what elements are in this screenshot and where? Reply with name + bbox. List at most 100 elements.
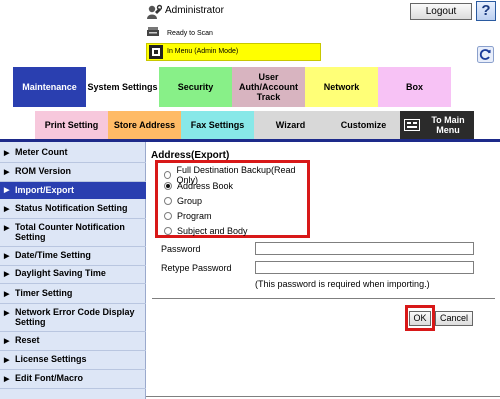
arrow-right-icon: ▶ bbox=[4, 338, 10, 345]
arrow-right-icon: ▶ bbox=[4, 291, 10, 298]
arrow-right-icon: ▶ bbox=[4, 206, 10, 213]
sidebar-item-label: ROM Version bbox=[15, 166, 72, 176]
radio-button[interactable] bbox=[164, 227, 172, 235]
sidebar-divider bbox=[0, 162, 146, 163]
radio-label: Program bbox=[177, 211, 212, 221]
sidebar-divider bbox=[0, 246, 146, 247]
sidebar-item-label: Total Counter Notification Setting bbox=[15, 222, 125, 242]
form-divider bbox=[152, 298, 495, 299]
retype-password-field[interactable] bbox=[255, 261, 474, 274]
sidebar-item-daylight-saving[interactable]: ▶ Daylight Saving Time bbox=[0, 268, 146, 281]
tab-label: To Main Menu bbox=[431, 115, 465, 135]
retype-password-label: Retype Password bbox=[161, 263, 232, 273]
tab-label: Store Address bbox=[113, 120, 176, 130]
refresh-icon[interactable] bbox=[477, 46, 494, 63]
sidebar-divider bbox=[0, 388, 146, 389]
logout-button[interactable]: Logout bbox=[410, 3, 472, 20]
status-text: Ready to Scan bbox=[167, 30, 213, 37]
cancel-button[interactable]: Cancel bbox=[435, 311, 473, 326]
sidebar-item-label: Reset bbox=[15, 335, 40, 345]
radio-program[interactable]: Program bbox=[164, 211, 212, 221]
tab-label: Box bbox=[405, 82, 423, 92]
tab-wizard[interactable]: Wizard bbox=[254, 111, 327, 139]
mode-bar: In Menu (Admin Mode) bbox=[146, 43, 321, 61]
tab-label: Security bbox=[177, 82, 214, 92]
sidebar: ▶ Meter Count ▶ ROM Version ▶ Import/Export… bbox=[0, 142, 146, 399]
tab-label: Wizard bbox=[275, 120, 306, 130]
sidebar-item-date-time[interactable]: ▶ Date/Time Setting bbox=[0, 250, 146, 263]
tab-label: Network bbox=[323, 82, 360, 92]
scanner-icon bbox=[147, 27, 159, 36]
password-field[interactable] bbox=[255, 242, 474, 255]
sidebar-divider bbox=[0, 218, 146, 219]
tab-system-settings[interactable]: System Settings bbox=[86, 67, 159, 107]
password-label: Password bbox=[161, 244, 201, 254]
sidebar-divider bbox=[0, 283, 146, 284]
main-menu-icon bbox=[404, 119, 420, 131]
sidebar-item-timer-setting[interactable]: ▶ Timer Setting bbox=[0, 288, 146, 301]
sidebar-item-label: Network Error Code Display Setting bbox=[15, 307, 135, 327]
arrow-right-icon: ▶ bbox=[4, 376, 10, 383]
tab-network[interactable]: Network bbox=[305, 67, 378, 107]
help-button[interactable]: ? bbox=[476, 1, 496, 21]
tab-fax-settings[interactable]: Fax Settings bbox=[181, 111, 254, 139]
tab-label: Fax Settings bbox=[190, 120, 245, 130]
password-hint: (This password is required when importin… bbox=[255, 279, 430, 289]
mode-text: In Menu (Admin Mode) bbox=[167, 48, 239, 55]
arrow-right-icon: ▶ bbox=[4, 253, 10, 260]
mode-icon bbox=[149, 45, 163, 59]
tab-label: Maintenance bbox=[22, 82, 77, 92]
sidebar-item-network-error-code[interactable]: ▶ Network Error Code Display Setting bbox=[0, 307, 146, 329]
arrow-right-icon: ▶ bbox=[4, 150, 10, 157]
sidebar-item-rom-version[interactable]: ▶ ROM Version bbox=[0, 166, 146, 179]
tab-to-main-menu[interactable]: To Main Menu bbox=[400, 111, 474, 139]
sidebar-divider bbox=[0, 303, 146, 304]
sidebar-item-label: Meter Count bbox=[15, 147, 68, 157]
tab-print-setting[interactable]: Print Setting bbox=[35, 111, 108, 139]
sidebar-item-import-export[interactable]: ▶ Import/Export bbox=[0, 182, 146, 199]
sidebar-item-label: Date/Time Setting bbox=[15, 250, 91, 260]
sidebar-item-license-settings[interactable]: ▶ License Settings bbox=[0, 354, 146, 367]
arrow-right-icon: ▶ bbox=[4, 169, 10, 176]
tab-label: Customize bbox=[340, 120, 387, 130]
user-label: Administrator bbox=[165, 5, 224, 16]
tab-store-address[interactable]: Store Address bbox=[108, 111, 181, 139]
radio-address-book[interactable]: Address Book bbox=[164, 181, 233, 191]
tab-box[interactable]: Box bbox=[378, 67, 451, 107]
sidebar-item-edit-font-macro[interactable]: ▶ Edit Font/Macro bbox=[0, 373, 146, 386]
sidebar-item-label: Daylight Saving Time bbox=[15, 268, 106, 278]
radio-label: Address Book bbox=[177, 181, 234, 191]
sidebar-item-status-notification[interactable]: ▶ Status Notification Setting bbox=[0, 203, 146, 216]
sidebar-divider bbox=[0, 369, 146, 370]
administrator-icon bbox=[147, 4, 162, 19]
arrow-right-icon: ▶ bbox=[4, 225, 10, 232]
radio-button[interactable] bbox=[164, 182, 172, 190]
radio-group[interactable]: Group bbox=[164, 196, 202, 206]
tab-customize[interactable]: Customize bbox=[327, 111, 400, 139]
tab-user-auth-account-track[interactable]: User Auth/Account Track bbox=[232, 67, 305, 107]
sidebar-item-label: Status Notification Setting bbox=[15, 203, 128, 213]
sidebar-item-reset[interactable]: ▶ Reset bbox=[0, 335, 146, 348]
arrow-right-icon: ▶ bbox=[4, 310, 10, 317]
sidebar-item-label: Import/Export bbox=[15, 185, 75, 195]
sidebar-item-total-counter-notification[interactable]: ▶ Total Counter Notification Setting bbox=[0, 222, 146, 244]
ok-button[interactable]: OK bbox=[409, 311, 431, 326]
sidebar-divider bbox=[0, 350, 146, 351]
sidebar-item-label: License Settings bbox=[15, 354, 87, 364]
bottom-divider bbox=[146, 396, 500, 397]
tab-label: System Settings bbox=[87, 82, 158, 92]
tab-label: Print Setting bbox=[44, 120, 99, 130]
radio-label: Subject and Body bbox=[177, 226, 248, 236]
arrow-right-icon: ▶ bbox=[4, 271, 10, 278]
radio-button[interactable] bbox=[164, 197, 172, 205]
sidebar-item-meter-count[interactable]: ▶ Meter Count bbox=[0, 147, 146, 160]
arrow-right-icon: ▶ bbox=[4, 357, 10, 364]
sidebar-item-label: Timer Setting bbox=[15, 288, 73, 298]
tab-security[interactable]: Security bbox=[159, 67, 232, 107]
tab-label: User Auth/Account Track bbox=[239, 72, 299, 102]
radio-button[interactable] bbox=[164, 212, 172, 220]
radio-label: Group bbox=[177, 196, 203, 206]
radio-button[interactable] bbox=[164, 171, 172, 179]
tab-maintenance[interactable]: Maintenance bbox=[13, 67, 86, 107]
radio-subject-and-body[interactable]: Subject and Body bbox=[164, 226, 248, 236]
